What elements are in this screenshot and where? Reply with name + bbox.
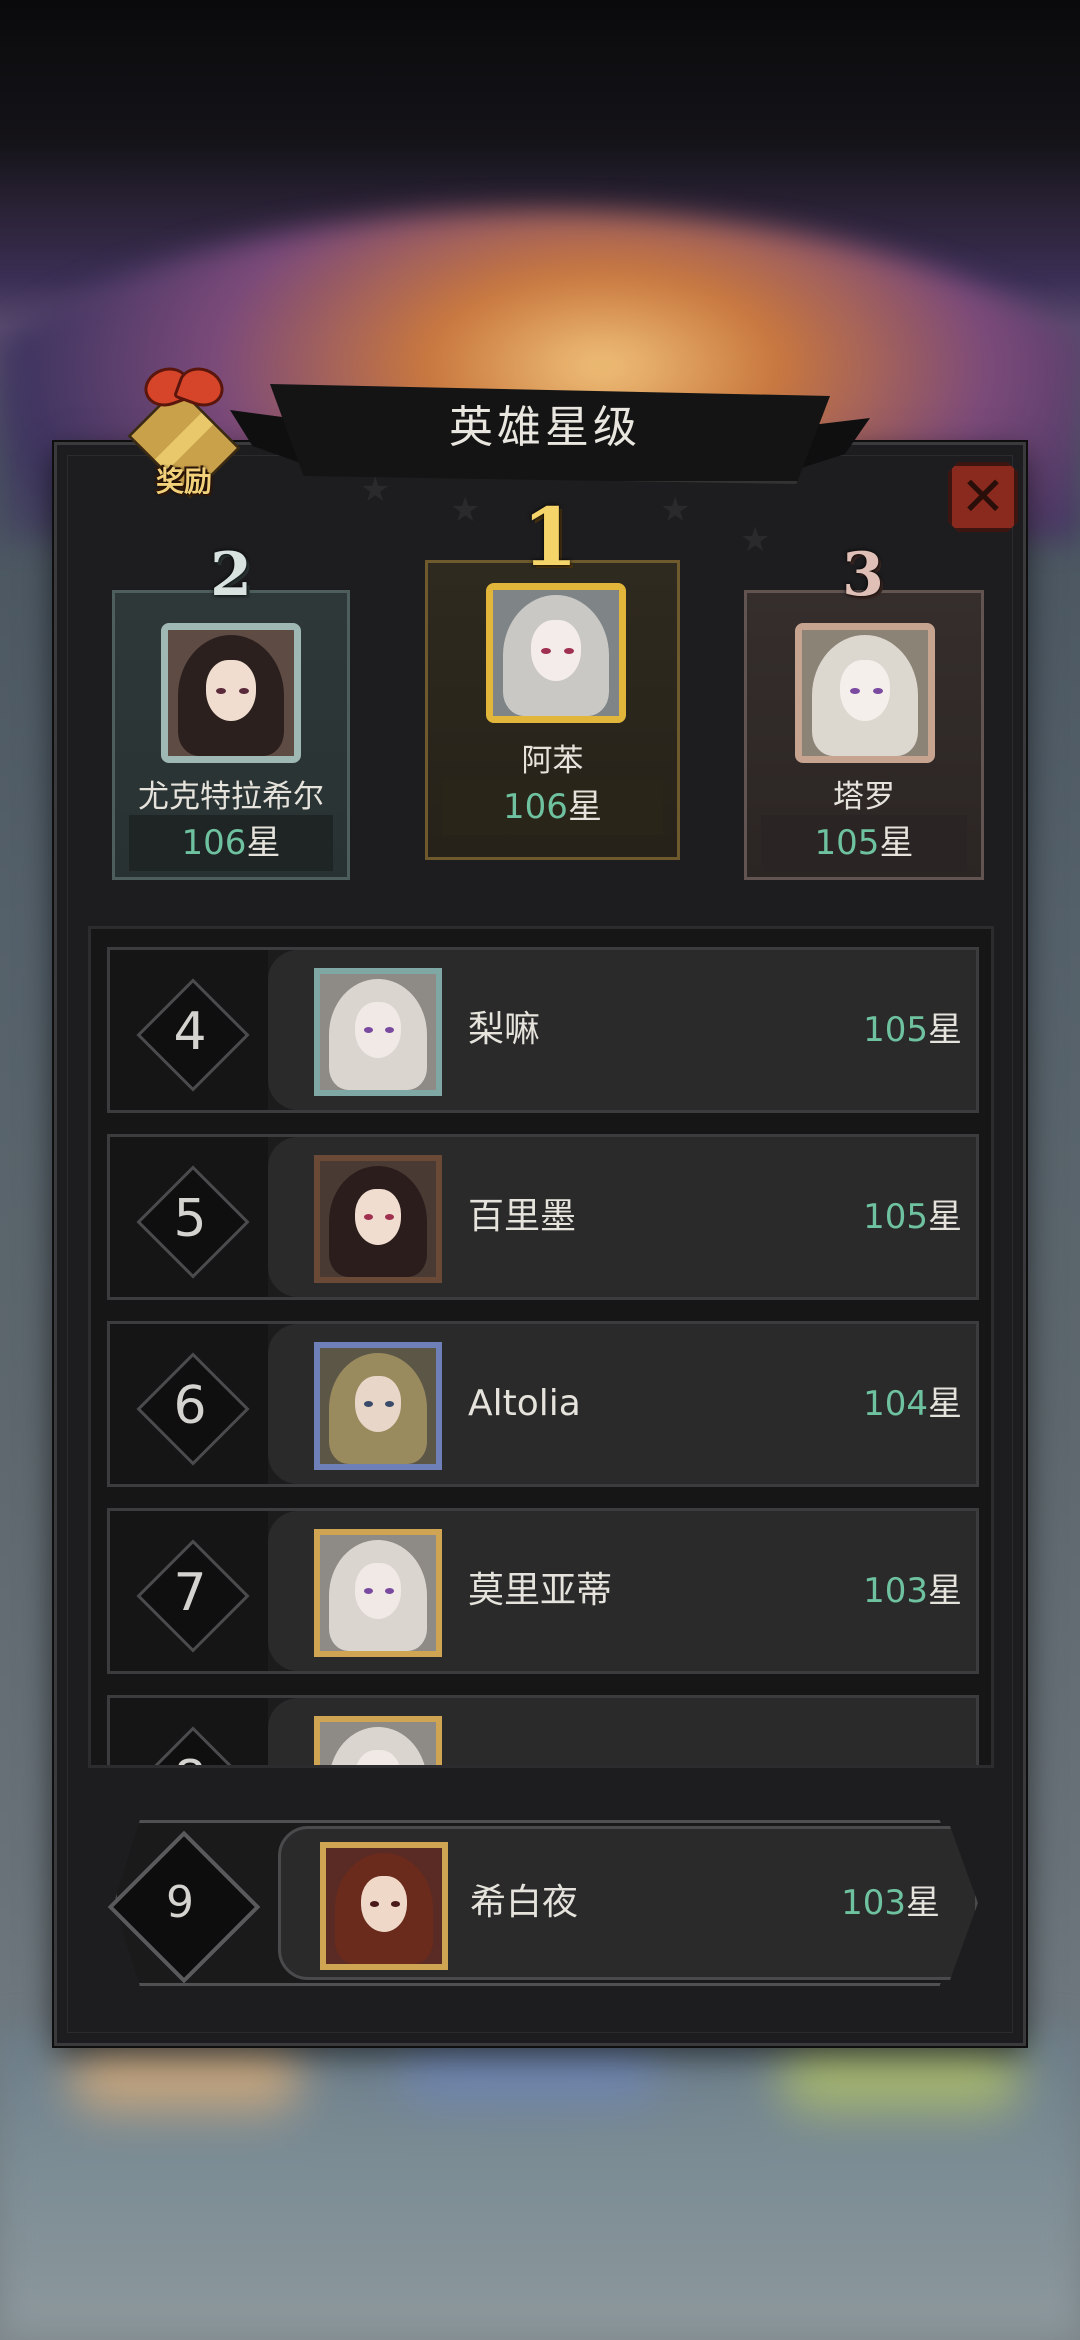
hero-stars: 105星 — [863, 1010, 962, 1050]
hero-name: 莫里亚蒂 — [468, 1570, 613, 1611]
podium-card-rank-3[interactable]: 塔罗 105星 — [744, 590, 984, 880]
list-item[interactable]: 7 莫里亚蒂 103星 — [107, 1508, 979, 1674]
podium-card-rank-2[interactable]: 尤克特拉希尔 106星 — [112, 590, 350, 880]
close-icon: ✕ — [960, 465, 1006, 528]
diamond-rank-icon: 4 — [138, 980, 242, 1084]
self-rank-row[interactable]: 9 希白夜 103星 — [100, 1820, 980, 1986]
background-bottom — [0, 2030, 1080, 2340]
rank-badge-2: 2 — [210, 540, 252, 610]
podium-stars: 106星 — [442, 779, 663, 835]
podium-stars: 106星 — [129, 815, 333, 871]
hero-stars: 105星 — [863, 1197, 962, 1237]
diamond-rank-icon: 6 — [138, 1354, 242, 1458]
avatar — [320, 1842, 448, 1970]
avatar — [314, 1155, 442, 1283]
rank-badge-3: 3 — [842, 540, 884, 610]
reward-button[interactable]: 奖励 — [114, 360, 254, 500]
hero-name: 百里墨 — [468, 1196, 577, 1237]
ranking-list[interactable]: 4 梨嘛 105星 5 百里墨 105星 6 Altolia 104星 7 莫里… — [88, 926, 994, 1768]
avatar — [486, 583, 626, 723]
hero-stars: 103星 — [863, 1571, 962, 1611]
hero-stars: 103星 — [841, 1883, 940, 1923]
diamond-rank-icon: 7 — [138, 1541, 242, 1645]
avatar — [161, 623, 301, 763]
diamond-rank-icon: 8 — [138, 1728, 242, 1765]
list-item[interactable]: 8 — [107, 1695, 979, 1765]
podium-name: 塔罗 — [833, 779, 895, 815]
close-button[interactable]: ✕ — [948, 462, 1018, 532]
podium-stars: 105星 — [761, 815, 967, 871]
podium-card-rank-1[interactable]: 阿苯 106星 — [425, 560, 680, 860]
list-item[interactable]: 6 Altolia 104星 — [107, 1321, 979, 1487]
podium-name: 阿苯 — [521, 743, 584, 779]
list-item[interactable]: 4 梨嘛 105星 — [107, 947, 979, 1113]
rank-badge-1: 1 — [522, 490, 578, 584]
avatar — [314, 1716, 442, 1765]
reward-label: 奖励 — [155, 465, 212, 498]
self-rank: 9 — [166, 1877, 194, 1928]
diamond-rank-icon: 9 — [100, 1823, 260, 1983]
avatar — [314, 1342, 442, 1470]
avatar — [314, 1529, 442, 1657]
list-item[interactable]: 5 百里墨 105星 — [107, 1134, 979, 1300]
avatar — [314, 968, 442, 1096]
podium-name: 尤克特拉希尔 — [138, 779, 324, 815]
avatar — [795, 623, 935, 763]
diamond-rank-icon: 5 — [138, 1167, 242, 1271]
hero-name: 梨嘛 — [468, 1009, 541, 1050]
hero-name: 希白夜 — [470, 1882, 579, 1923]
page-title: 英雄星级 — [449, 402, 641, 453]
hero-name: Altolia — [468, 1383, 581, 1424]
hero-stars: 104星 — [863, 1384, 962, 1424]
